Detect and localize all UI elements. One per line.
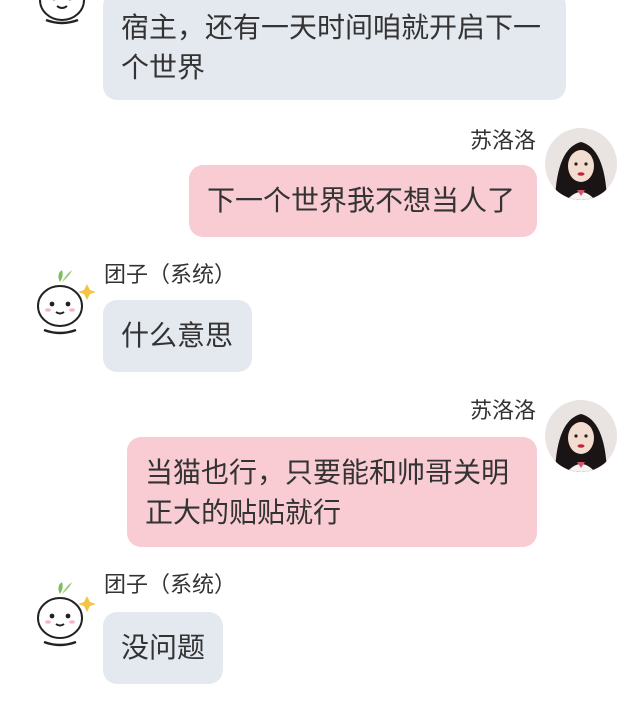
message-bubble-user-1[interactable]: 下一个世界我不想当人了 bbox=[189, 165, 537, 237]
message-text-line: 个世界 bbox=[121, 51, 206, 84]
chat-thread: 宿主，还有一天时间咱就开启下一 个世界 苏洛洛 下一个世界我不想当人了 团子（系… bbox=[0, 0, 640, 706]
sender-name-system: 团子（系统） bbox=[104, 573, 237, 598]
message-text-line: 什么意思 bbox=[121, 319, 234, 352]
user-avatar-icon[interactable] bbox=[545, 128, 617, 200]
message-text-line: 宿主，还有一天时间咱就开启下一 bbox=[121, 11, 542, 44]
message-text-line: 正大的贴贴就行 bbox=[145, 496, 342, 529]
message-bubble-system-3[interactable]: 没问题 bbox=[103, 612, 223, 684]
sender-name-user: 苏洛洛 bbox=[469, 399, 536, 424]
message-text-line: 当猫也行，只要能和帅哥关明 bbox=[145, 456, 510, 489]
system-avatar-icon[interactable] bbox=[26, 578, 98, 650]
system-avatar-icon[interactable] bbox=[26, 266, 98, 338]
message-bubble-user-2[interactable]: 当猫也行，只要能和帅哥关明 正大的贴贴就行 bbox=[127, 437, 537, 547]
message-text-line: 下一个世界我不想当人了 bbox=[207, 184, 516, 217]
sender-name-user: 苏洛洛 bbox=[469, 129, 536, 154]
sender-name-system: 团子（系统） bbox=[104, 263, 237, 288]
system-avatar-icon[interactable] bbox=[26, 0, 98, 32]
message-bubble-system-1[interactable]: 宿主，还有一天时间咱就开启下一 个世界 bbox=[103, 0, 566, 100]
message-text-line: 没问题 bbox=[121, 631, 206, 664]
user-avatar-icon[interactable] bbox=[545, 400, 617, 472]
message-bubble-system-2[interactable]: 什么意思 bbox=[103, 300, 252, 372]
